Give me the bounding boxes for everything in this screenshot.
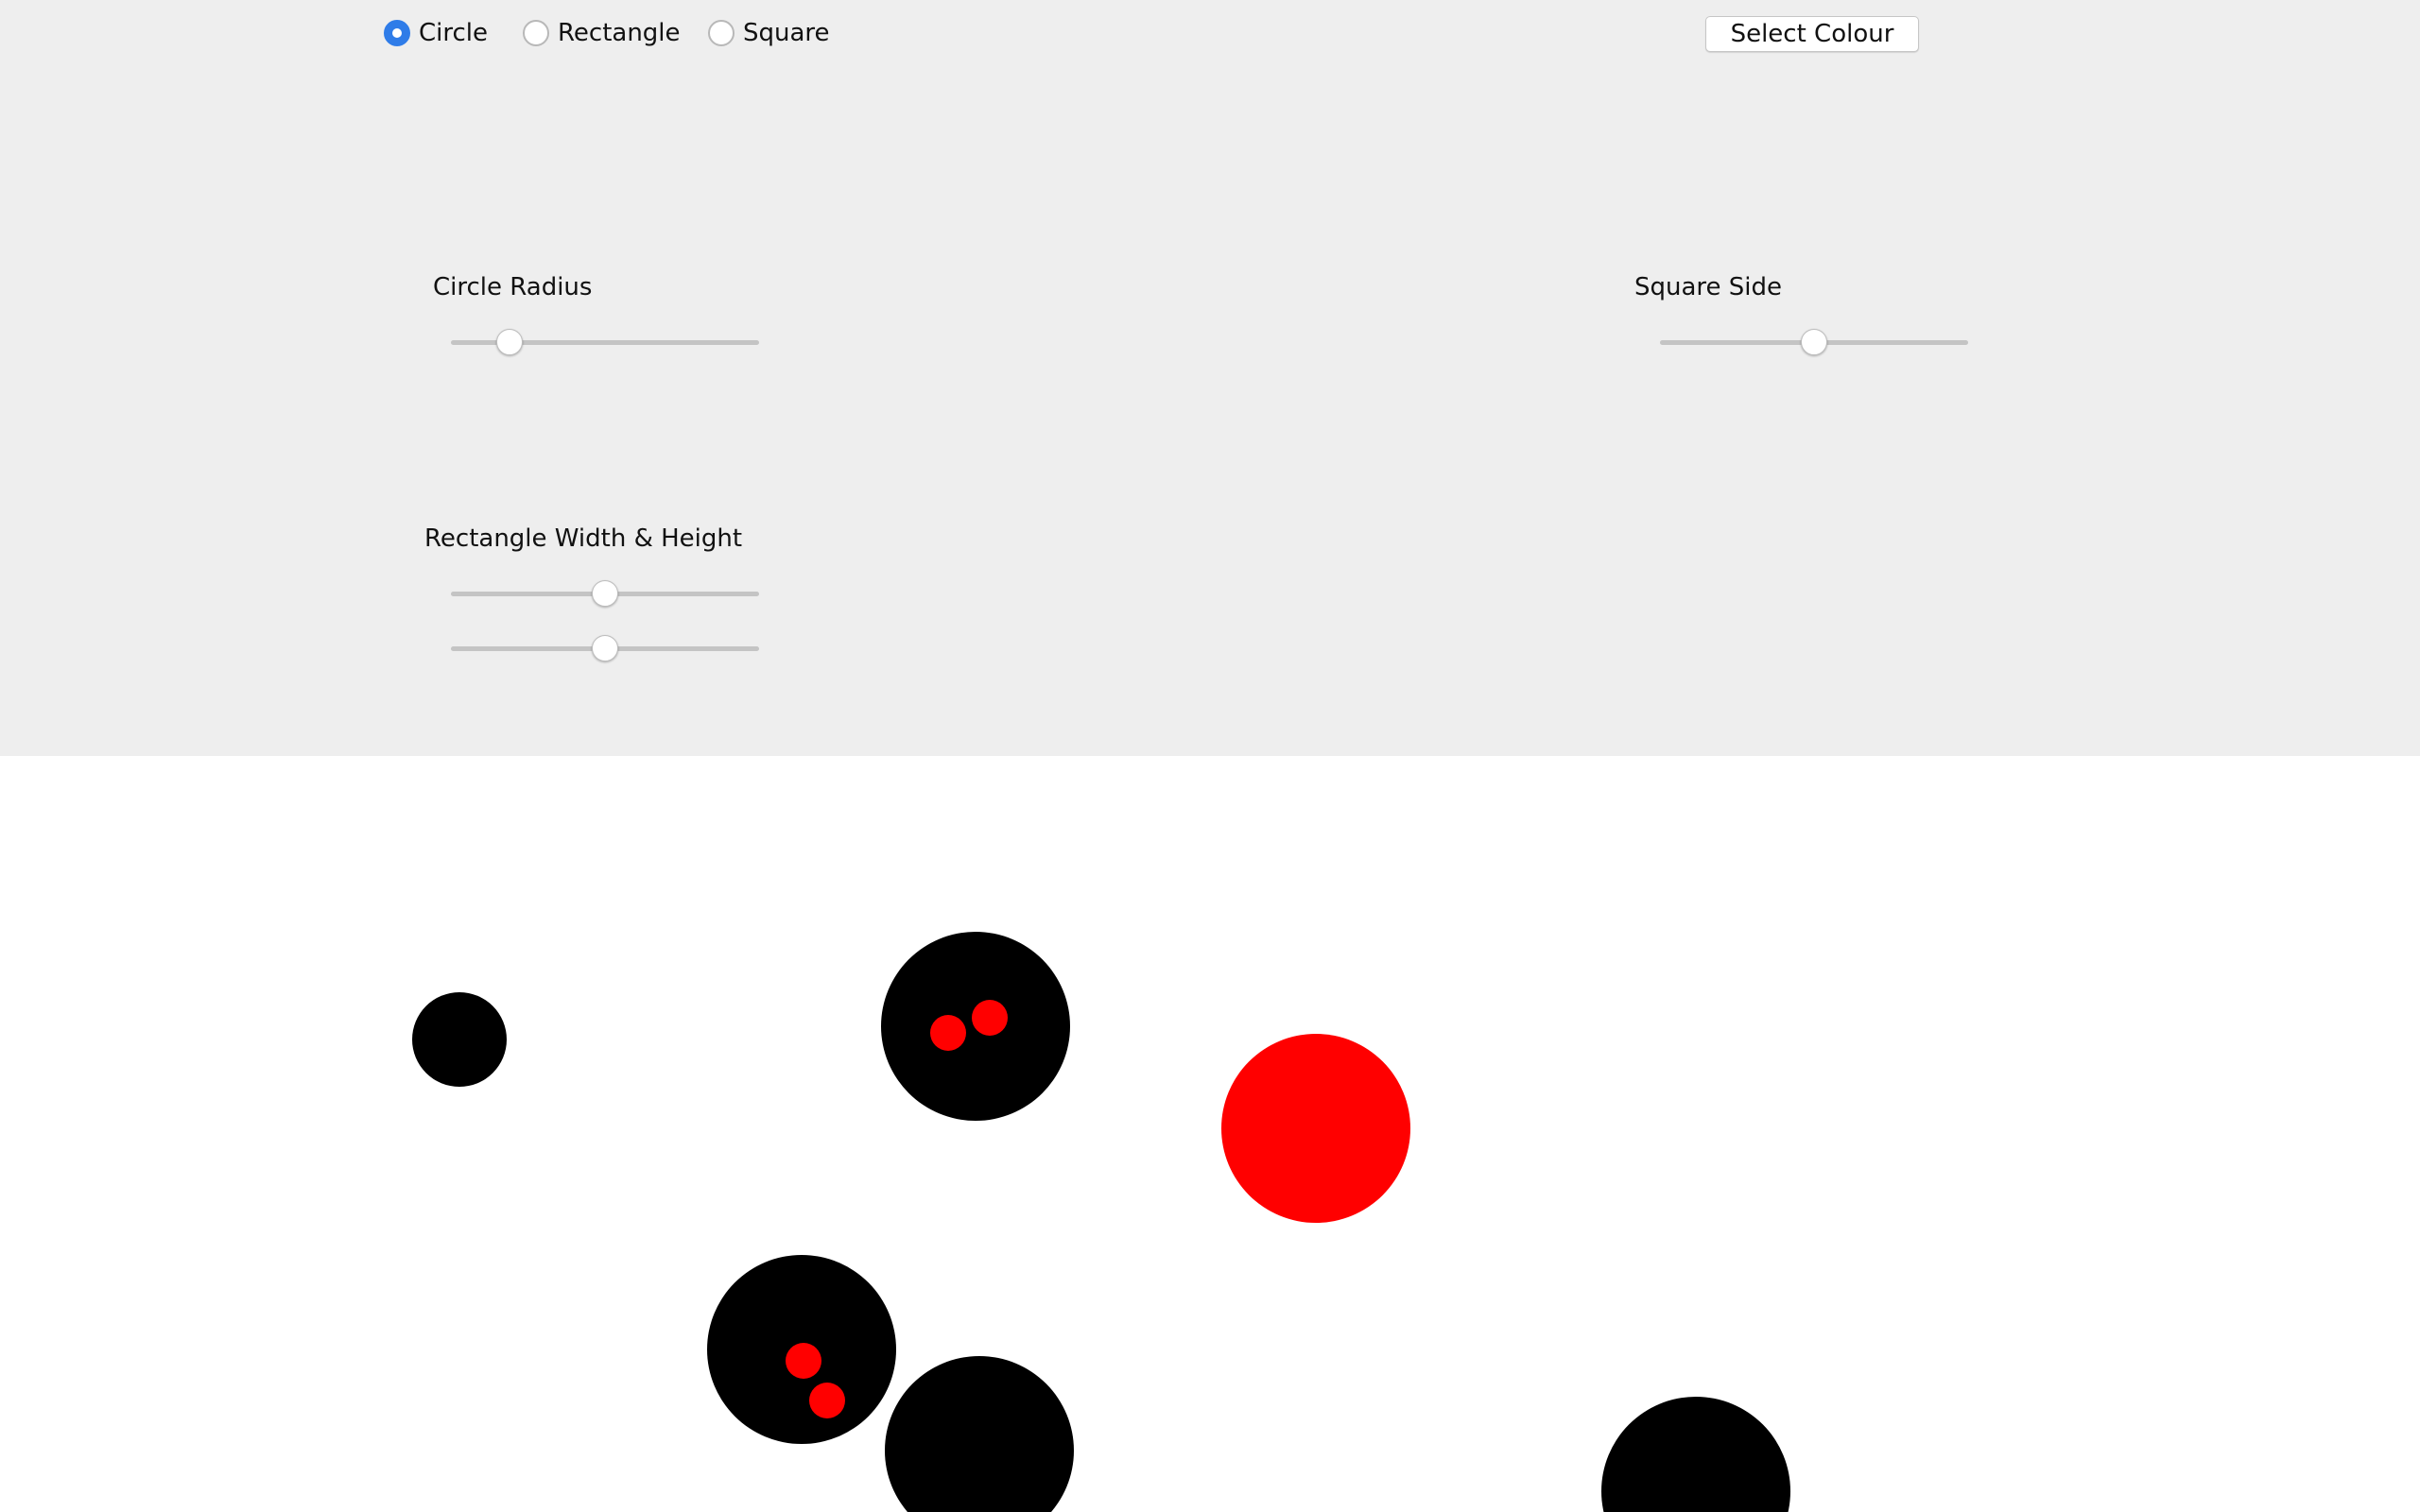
- drawn-circle-small-red: [786, 1343, 821, 1379]
- square-side-slider[interactable]: [1660, 328, 1968, 356]
- drawn-circle-black: [1601, 1397, 1790, 1512]
- rectangle-width-slider[interactable]: [451, 579, 759, 608]
- rectangle-radio-button[interactable]: [523, 20, 549, 46]
- control-panel: Circle Rectangle Square Select Colour Ci…: [0, 0, 2420, 756]
- rectangle-width-slider-thumb[interactable]: [592, 580, 618, 607]
- square-radio-label: Square: [743, 19, 830, 47]
- square-radio-option[interactable]: Square: [708, 16, 830, 50]
- circle-radio-option[interactable]: Circle: [384, 16, 488, 50]
- square-side-slider-thumb[interactable]: [1801, 329, 1827, 355]
- circle-radius-slider-thumb[interactable]: [495, 329, 523, 355]
- drawn-circle-black: [885, 1356, 1074, 1512]
- circle-radius-slider[interactable]: [451, 328, 759, 356]
- rectangle-height-slider[interactable]: [451, 634, 759, 662]
- drawing-canvas-svg: [412, 932, 1790, 1512]
- square-side-label: Square Side: [1634, 273, 1783, 301]
- drawn-circle-small-red: [930, 1015, 966, 1051]
- rectangle-height-slider-thumb[interactable]: [592, 635, 618, 662]
- circle-radius-label: Circle Radius: [433, 273, 593, 301]
- rectangle-size-label: Rectangle Width & Height: [424, 524, 743, 553]
- rectangle-radio-option[interactable]: Rectangle: [523, 16, 681, 50]
- drawing-canvas[interactable]: [0, 756, 2420, 1512]
- drawn-circle-small-black: [412, 992, 507, 1087]
- square-radio-button[interactable]: [708, 20, 735, 46]
- circle-radio-button[interactable]: [384, 20, 410, 46]
- drawn-circle-small-red: [809, 1383, 845, 1418]
- drawn-circle-small-red: [972, 1000, 1008, 1036]
- circle-radio-label: Circle: [419, 19, 489, 47]
- rectangle-radio-label: Rectangle: [558, 19, 681, 47]
- select-colour-button[interactable]: Select Colour: [1705, 16, 1919, 52]
- drawn-circle-large-red: [1221, 1034, 1410, 1223]
